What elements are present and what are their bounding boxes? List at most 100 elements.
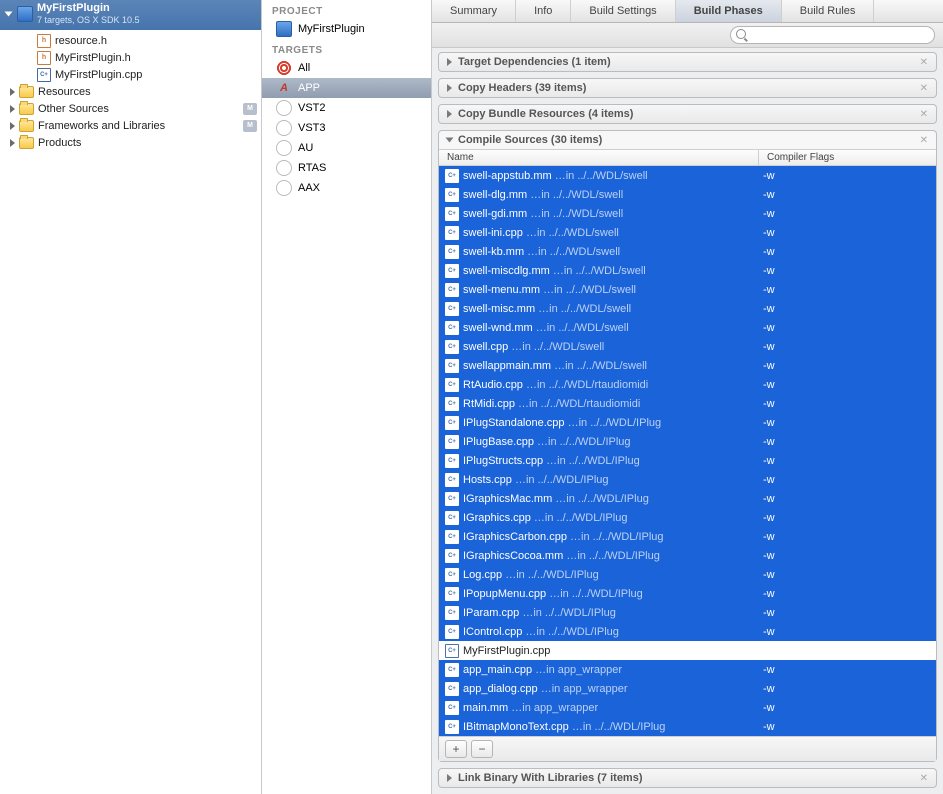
table-row[interactable]: C+swell-gdi.mm …in ../../WDL/swell-w xyxy=(439,204,936,223)
close-icon[interactable]: ✕ xyxy=(920,135,928,146)
disclosure-triangle-icon[interactable] xyxy=(10,105,15,113)
compiler-flag[interactable]: -w xyxy=(763,474,930,486)
table-row[interactable]: C+IGraphics.cpp …in ../../WDL/IPlug-w xyxy=(439,508,936,527)
search-input[interactable] xyxy=(730,26,935,44)
disclosure-triangle-icon[interactable] xyxy=(447,84,452,92)
compiler-flag[interactable]: -w xyxy=(763,626,930,638)
close-icon[interactable]: ✕ xyxy=(920,57,928,68)
compiler-flag[interactable]: -w xyxy=(763,360,930,372)
compiler-flag[interactable]: -w xyxy=(763,265,930,277)
compiler-flag[interactable]: -w xyxy=(763,170,930,182)
disclosure-triangle-icon[interactable] xyxy=(10,122,15,130)
compiler-flag[interactable]: -w xyxy=(763,512,930,524)
table-row[interactable]: C+RtAudio.cpp …in ../../WDL/rtaudiomidi-… xyxy=(439,375,936,394)
compiler-flag[interactable]: -w xyxy=(763,550,930,562)
tab-build-rules[interactable]: Build Rules xyxy=(782,0,875,22)
table-row[interactable]: C+swell-wnd.mm …in ../../WDL/swell-w xyxy=(439,318,936,337)
add-button[interactable]: + xyxy=(445,740,467,758)
table-row[interactable]: C+IGraphicsCarbon.cpp …in ../../WDL/IPlu… xyxy=(439,527,936,546)
table-row[interactable]: C+swell-ini.cpp …in ../../WDL/swell-w xyxy=(439,223,936,242)
close-icon[interactable]: ✕ xyxy=(920,109,928,120)
col-flags[interactable]: Compiler Flags xyxy=(759,150,936,165)
table-row[interactable]: C+swell-menu.mm …in ../../WDL/swell-w xyxy=(439,280,936,299)
group-item[interactable]: Products xyxy=(0,134,261,151)
target-item-rtas[interactable]: RTAS xyxy=(262,158,431,178)
table-row[interactable]: C+swell-misc.mm …in ../../WDL/swell-w xyxy=(439,299,936,318)
target-item-au[interactable]: AU xyxy=(262,138,431,158)
table-row[interactable]: C+swell-dlg.mm …in ../../WDL/swell-w xyxy=(439,185,936,204)
remove-button[interactable]: − xyxy=(471,740,493,758)
compiler-flag[interactable]: -w xyxy=(763,588,930,600)
disclosure-triangle-icon[interactable] xyxy=(10,139,15,147)
disclosure-triangle-icon[interactable] xyxy=(5,12,13,17)
disclosure-triangle-icon[interactable] xyxy=(446,138,454,143)
group-item[interactable]: Frameworks and LibrariesM xyxy=(0,117,261,134)
compiler-flag[interactable]: -w xyxy=(763,683,930,695)
tab-build-phases[interactable]: Build Phases xyxy=(676,0,782,22)
col-name[interactable]: Name xyxy=(439,150,759,165)
file-item[interactable]: hMyFirstPlugin.h xyxy=(0,49,261,66)
table-row[interactable]: C+swell-miscdlg.mm …in ../../WDL/swell-w xyxy=(439,261,936,280)
target-item-vst3[interactable]: VST3 xyxy=(262,118,431,138)
compiler-flag[interactable]: -w xyxy=(763,417,930,429)
tab-info[interactable]: Info xyxy=(516,0,571,22)
phase-header[interactable]: Link Binary With Libraries (7 items)✕ xyxy=(439,769,936,787)
compiler-flag[interactable]: -w xyxy=(763,607,930,619)
table-row[interactable]: C+swell-appstub.mm …in ../../WDL/swell-w xyxy=(439,166,936,185)
compiler-flag[interactable]: -w xyxy=(763,455,930,467)
disclosure-triangle-icon[interactable] xyxy=(447,774,452,782)
table-row[interactable]: C+swell-kb.mm …in ../../WDL/swell-w xyxy=(439,242,936,261)
target-item-vst2[interactable]: VST2 xyxy=(262,98,431,118)
table-row[interactable]: C+IPopupMenu.cpp …in ../../WDL/IPlug-w xyxy=(439,584,936,603)
table-row[interactable]: C+Log.cpp …in ../../WDL/IPlug-w xyxy=(439,565,936,584)
disclosure-triangle-icon[interactable] xyxy=(447,58,452,66)
phase-header[interactable]: Compile Sources (30 items)✕ xyxy=(439,131,936,149)
compiler-flag[interactable]: -w xyxy=(763,721,930,733)
group-item[interactable]: Resources xyxy=(0,83,261,100)
tab-summary[interactable]: Summary xyxy=(432,0,516,22)
compiler-flag[interactable]: -w xyxy=(763,493,930,505)
tab-build-settings[interactable]: Build Settings xyxy=(571,0,675,22)
compiler-flag[interactable]: -w xyxy=(763,398,930,410)
table-row[interactable]: C+IPlugStandalone.cpp …in ../../WDL/IPlu… xyxy=(439,413,936,432)
table-row[interactable]: C+MyFirstPlugin.cpp xyxy=(439,641,936,660)
target-item-all[interactable]: All xyxy=(262,58,431,78)
close-icon[interactable]: ✕ xyxy=(920,773,928,784)
table-row[interactable]: C+app_main.cpp …in app_wrapper-w xyxy=(439,660,936,679)
table-row[interactable]: C+IControl.cpp …in ../../WDL/IPlug-w xyxy=(439,622,936,641)
disclosure-triangle-icon[interactable] xyxy=(447,110,452,118)
phase-header[interactable]: Copy Headers (39 items)✕ xyxy=(439,79,936,97)
phase-header[interactable]: Target Dependencies (1 item)✕ xyxy=(439,53,936,71)
compiler-flag[interactable]: -w xyxy=(763,189,930,201)
compiler-flag[interactable]: -w xyxy=(763,246,930,258)
table-row[interactable]: C+app_dialog.cpp …in app_wrapper-w xyxy=(439,679,936,698)
compiler-flag[interactable]: -w xyxy=(763,341,930,353)
compiler-flag[interactable]: -w xyxy=(763,702,930,714)
project-root[interactable]: MyFirstPlugin 7 targets, OS X SDK 10.5 xyxy=(0,0,261,30)
table-row[interactable]: C+IBitmapMonoText.cpp …in ../../WDL/IPlu… xyxy=(439,717,936,736)
table-row[interactable]: C+IPlugBase.cpp …in ../../WDL/IPlug-w xyxy=(439,432,936,451)
close-icon[interactable]: ✕ xyxy=(920,83,928,94)
table-row[interactable]: C+IGraphicsMac.mm …in ../../WDL/IPlug-w xyxy=(439,489,936,508)
compiler-flag[interactable]: -w xyxy=(763,569,930,581)
group-item[interactable]: Other SourcesM xyxy=(0,100,261,117)
table-row[interactable]: C+swellappmain.mm …in ../../WDL/swell-w xyxy=(439,356,936,375)
compiler-flag[interactable]: -w xyxy=(763,436,930,448)
table-row[interactable]: C+IGraphicsCocoa.mm …in ../../WDL/IPlug-… xyxy=(439,546,936,565)
compiler-flag[interactable]: -w xyxy=(763,208,930,220)
table-row[interactable]: C+main.mm …in app_wrapper-w xyxy=(439,698,936,717)
compiler-flag[interactable]: -w xyxy=(763,322,930,334)
compiler-flag[interactable]: -w xyxy=(763,284,930,296)
file-item[interactable]: hresource.h xyxy=(0,32,261,49)
table-row[interactable]: C+IPlugStructs.cpp …in ../../WDL/IPlug-w xyxy=(439,451,936,470)
compiler-flag[interactable]: -w xyxy=(763,379,930,391)
disclosure-triangle-icon[interactable] xyxy=(10,88,15,96)
target-item-aax[interactable]: AAX xyxy=(262,178,431,198)
compiler-flag[interactable]: -w xyxy=(763,227,930,239)
target-item-app[interactable]: AAPP xyxy=(262,78,431,98)
compiler-flag[interactable]: -w xyxy=(763,531,930,543)
project-item[interactable]: MyFirstPlugin xyxy=(262,19,431,39)
table-row[interactable]: C+IParam.cpp …in ../../WDL/IPlug-w xyxy=(439,603,936,622)
phase-header[interactable]: Copy Bundle Resources (4 items)✕ xyxy=(439,105,936,123)
compiler-flag[interactable]: -w xyxy=(763,664,930,676)
